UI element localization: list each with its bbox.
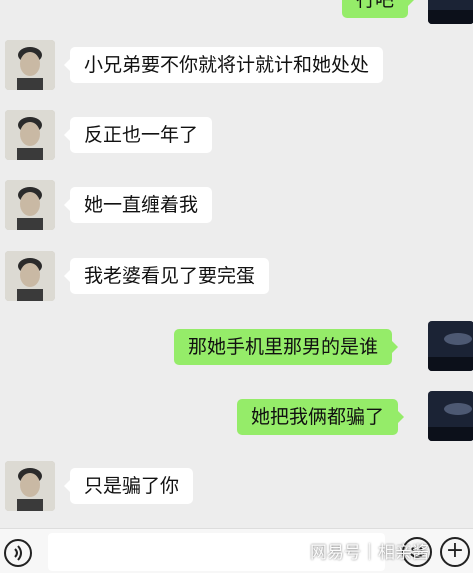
contact-avatar[interactable] bbox=[5, 40, 55, 90]
message-bubble-incoming[interactable]: 我老婆看见了要完蛋 bbox=[63, 258, 270, 294]
voice-wave-icon bbox=[14, 545, 22, 561]
message-row-incoming: 反正也一年了 bbox=[0, 110, 473, 162]
contact-avatar[interactable] bbox=[5, 110, 55, 160]
portrait-avatar-image bbox=[5, 110, 55, 160]
message-bubble-incoming[interactable]: 只是骗了你 bbox=[63, 468, 194, 504]
message-bubble-outgoing[interactable]: 那她手机里那男的是谁 bbox=[174, 329, 399, 365]
night-sky-avatar-image bbox=[428, 321, 473, 371]
contact-avatar[interactable] bbox=[5, 461, 55, 511]
self-avatar[interactable] bbox=[428, 0, 473, 24]
voice-icon[interactable] bbox=[4, 539, 32, 567]
message-row-outgoing: 行吧 bbox=[0, 0, 473, 24]
message-bubble-outgoing[interactable]: 她把我俩都骗了 bbox=[237, 399, 405, 435]
night-sky-avatar-image bbox=[428, 0, 473, 24]
contact-avatar[interactable] bbox=[5, 180, 55, 230]
message-row-incoming: 我老婆看见了要完蛋 bbox=[0, 251, 473, 303]
message-row-incoming: 只是骗了你 bbox=[0, 461, 473, 513]
contact-avatar[interactable] bbox=[5, 251, 55, 301]
message-row-outgoing: 那她手机里那男的是谁 bbox=[0, 321, 473, 373]
portrait-avatar-image bbox=[5, 40, 55, 90]
message-row-incoming: 她一直缠着我 bbox=[0, 180, 473, 232]
night-sky-avatar-image bbox=[428, 391, 473, 441]
portrait-avatar-image bbox=[5, 251, 55, 301]
message-row-incoming: 小兄弟要不你就将计就计和她处处 bbox=[0, 40, 473, 92]
message-row-outgoing: 她把我俩都骗了 bbox=[0, 391, 473, 443]
self-avatar[interactable] bbox=[428, 391, 473, 441]
message-bubble-incoming[interactable]: 反正也一年了 bbox=[63, 117, 213, 153]
message-bubble-incoming[interactable]: 小兄弟要不你就将计就计和她处处 bbox=[63, 47, 384, 83]
watermark-text: 网易号｜相亲酱 bbox=[310, 543, 429, 563]
message-bubble-outgoing[interactable]: 行吧 bbox=[342, 0, 415, 18]
portrait-avatar-image bbox=[5, 180, 55, 230]
self-avatar[interactable] bbox=[428, 321, 473, 371]
portrait-avatar-image bbox=[5, 461, 55, 511]
plus-icon[interactable]: + bbox=[440, 537, 470, 567]
message-bubble-incoming[interactable]: 她一直缠着我 bbox=[63, 187, 213, 223]
